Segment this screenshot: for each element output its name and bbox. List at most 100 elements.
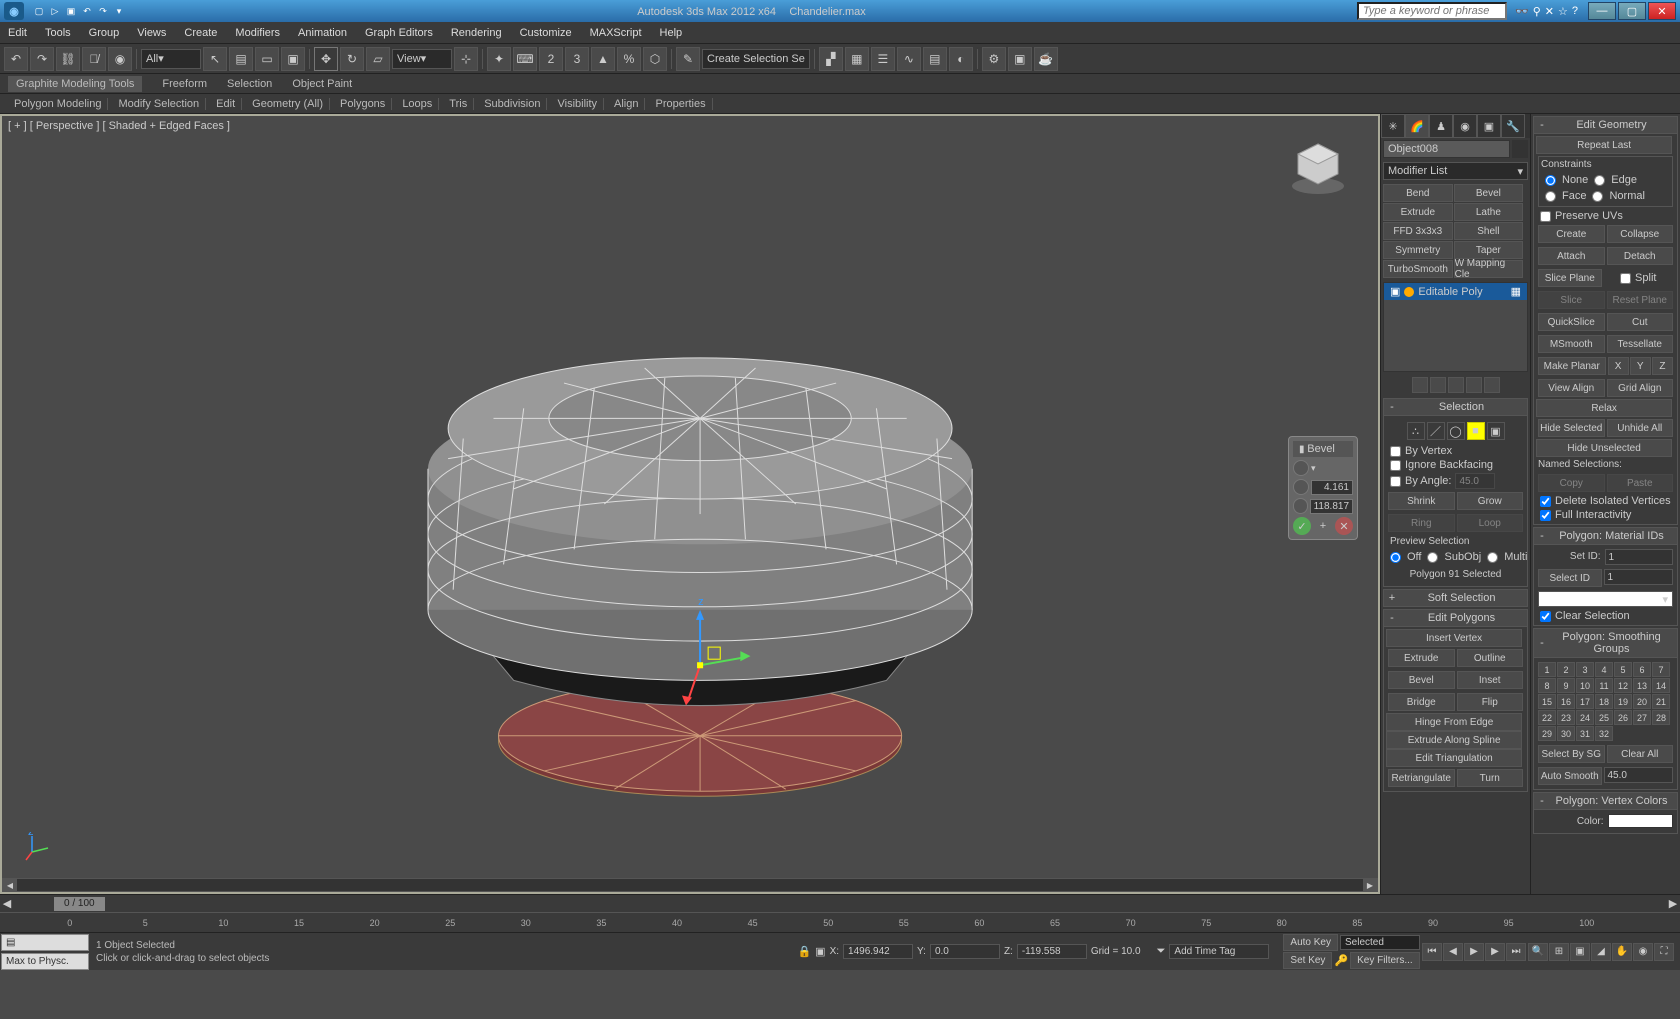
rotate-button[interactable]: ↻ <box>340 47 364 71</box>
bevel-outline-input[interactable]: 118.817 <box>1310 499 1353 514</box>
time-prev-icon[interactable]: ◀ <box>0 897 14 910</box>
create-button[interactable]: Create <box>1538 225 1605 243</box>
mod-uvwmap[interactable]: W Mapping Cle <box>1454 260 1524 278</box>
link-button[interactable]: ⛓ <box>56 47 80 71</box>
bevel-type-icon[interactable] <box>1293 460 1309 476</box>
snap-2d-button[interactable]: 2 <box>539 47 563 71</box>
mod-taper[interactable]: Taper <box>1454 241 1524 259</box>
bevel-caddy[interactable]: ▮ Bevel ▾ 4.161 118.817 ✓ + ✕ <box>1288 436 1358 540</box>
curve-editor-button[interactable]: ∿ <box>897 47 921 71</box>
rollout-edit-polygons[interactable]: -Edit Polygons <box>1383 609 1528 627</box>
tab-freeform[interactable]: Freeform <box>162 78 207 90</box>
motion-tab-icon[interactable]: ◉ <box>1453 114 1477 138</box>
copy-named-button[interactable]: Copy <box>1538 474 1605 492</box>
search-input[interactable] <box>1357 2 1507 20</box>
inset-button[interactable]: Inset <box>1457 671 1524 689</box>
hierarchy-tab-icon[interactable]: ♟ <box>1429 114 1453 138</box>
time-ruler[interactable]: 0510 152025 303540 455055 606570 758085 … <box>0 912 1680 932</box>
max-to-physc-button[interactable]: Max to Physc. <box>1 953 89 970</box>
by-vertex-check[interactable]: By Vertex <box>1386 444 1525 458</box>
time-tag-icon[interactable]: ⏷ <box>1157 945 1166 958</box>
menu-maxscript[interactable]: MAXScript <box>590 27 642 39</box>
menu-create[interactable]: Create <box>184 27 217 39</box>
zoom-extents-button[interactable]: ▣ <box>1570 943 1590 961</box>
ref-coord-system[interactable]: View ▾ <box>392 49 452 69</box>
mod-symmetry[interactable]: Symmetry <box>1383 241 1453 259</box>
selection-filter[interactable]: All ▾ <box>141 49 201 69</box>
sg-27[interactable]: 27 <box>1633 710 1651 725</box>
unhide-all-button[interactable]: Unhide All <box>1607 419 1674 437</box>
clear-all-sg-button[interactable]: Clear All <box>1607 745 1674 763</box>
mod-turbosmooth[interactable]: TurboSmooth <box>1383 260 1453 278</box>
sg-23[interactable]: 23 <box>1557 710 1575 725</box>
auto-smooth-button[interactable]: Auto Smooth <box>1538 767 1602 785</box>
sg-10[interactable]: 10 <box>1576 678 1594 693</box>
window-crossing-button[interactable]: ▣ <box>281 47 305 71</box>
preserve-uvs-check[interactable]: Preserve UVs <box>1536 209 1675 223</box>
percent-snap-button[interactable]: % <box>617 47 641 71</box>
rollout-edit-geometry[interactable]: -Edit Geometry <box>1533 116 1678 134</box>
sg-28[interactable]: 28 <box>1652 710 1670 725</box>
select-region-button[interactable]: ▭ <box>255 47 279 71</box>
tessellate-button[interactable]: Tessellate <box>1607 335 1674 353</box>
preview-subobj-radio[interactable] <box>1427 552 1438 563</box>
preview-off-radio[interactable] <box>1390 552 1401 563</box>
prev-frame-button[interactable]: ◀ <box>1443 943 1463 961</box>
sg-2[interactable]: 2 <box>1557 662 1575 677</box>
connect-icon[interactable]: ⚲ <box>1533 5 1541 18</box>
menu-tools[interactable]: Tools <box>45 27 71 39</box>
detach-button[interactable]: Detach <box>1607 247 1674 265</box>
panel-edit[interactable]: Edit <box>210 98 242 110</box>
key-filters-button[interactable]: Key Filters... <box>1350 952 1420 969</box>
panel-loops[interactable]: Loops <box>396 98 439 110</box>
bevel-apply-button[interactable]: + <box>1314 517 1332 535</box>
render-setup-button[interactable]: ⚙ <box>982 47 1006 71</box>
mod-shell[interactable]: Shell <box>1454 222 1524 240</box>
maximize-viewport-button[interactable]: ⛶ <box>1654 943 1674 961</box>
shrink-button[interactable]: Shrink <box>1388 492 1455 510</box>
material-name-dropdown[interactable]: ▾ <box>1538 591 1673 607</box>
next-frame-button[interactable]: ▶ <box>1485 943 1505 961</box>
orbit-button[interactable]: ◉ <box>1633 943 1653 961</box>
sg-3[interactable]: 3 <box>1576 662 1594 677</box>
retriangulate-button[interactable]: Retriangulate <box>1388 769 1455 787</box>
sg-7[interactable]: 7 <box>1652 662 1670 677</box>
sg-13[interactable]: 13 <box>1633 678 1651 693</box>
set-id-input[interactable]: 1 <box>1605 549 1674 565</box>
named-selection-set[interactable]: Create Selection Se <box>702 49 810 69</box>
menu-views[interactable]: Views <box>137 27 166 39</box>
view-align-button[interactable]: View Align <box>1538 379 1605 397</box>
sg-11[interactable]: 11 <box>1595 678 1613 693</box>
goto-end-button[interactable]: ⏭ <box>1506 943 1526 961</box>
grid-align-button[interactable]: Grid Align <box>1607 379 1674 397</box>
z-input[interactable]: -119.558 <box>1017 944 1087 959</box>
more-icon[interactable]: ▾ <box>112 4 126 18</box>
minimize-button[interactable]: — <box>1588 2 1616 20</box>
utilities-tab-icon[interactable]: 🔧 <box>1501 114 1525 138</box>
select-by-sg-button[interactable]: Select By SG <box>1538 745 1605 763</box>
layers-button[interactable]: ☰ <box>871 47 895 71</box>
bulb-icon[interactable] <box>1404 287 1414 297</box>
tab-graphite[interactable]: Graphite Modeling Tools <box>8 76 142 92</box>
schematic-button[interactable]: ▤ <box>923 47 947 71</box>
select-object-button[interactable]: ↖ <box>203 47 227 71</box>
vertex-color-swatch[interactable] <box>1608 814 1674 828</box>
edit-named-sel-button[interactable]: ✎ <box>676 47 700 71</box>
attach-button[interactable]: Attach <box>1538 247 1605 265</box>
angle-snap-button[interactable]: ▲ <box>591 47 615 71</box>
quickslice-button[interactable]: QuickSlice <box>1538 313 1605 331</box>
ignore-backfacing-check[interactable]: Ignore Backfacing <box>1386 458 1525 472</box>
sg-9[interactable]: 9 <box>1557 678 1575 693</box>
set-key-button[interactable]: Set Key <box>1283 952 1332 969</box>
remove-mod-icon[interactable] <box>1466 377 1482 393</box>
tab-selection[interactable]: Selection <box>227 78 272 90</box>
viewport-scrollbar[interactable]: ◀ ▶ <box>2 878 1378 892</box>
save-icon[interactable]: ▣ <box>64 4 78 18</box>
by-angle-check[interactable]: By Angle:45.0 <box>1386 472 1525 490</box>
menu-rendering[interactable]: Rendering <box>451 27 502 39</box>
manipulate-button[interactable]: ✦ <box>487 47 511 71</box>
flip-button[interactable]: Flip <box>1457 693 1524 711</box>
cut-button[interactable]: Cut <box>1607 313 1674 331</box>
rollout-smoothing-groups[interactable]: -Polygon: Smoothing Groups <box>1533 628 1678 658</box>
mod-ffd[interactable]: FFD 3x3x3 <box>1383 222 1453 240</box>
